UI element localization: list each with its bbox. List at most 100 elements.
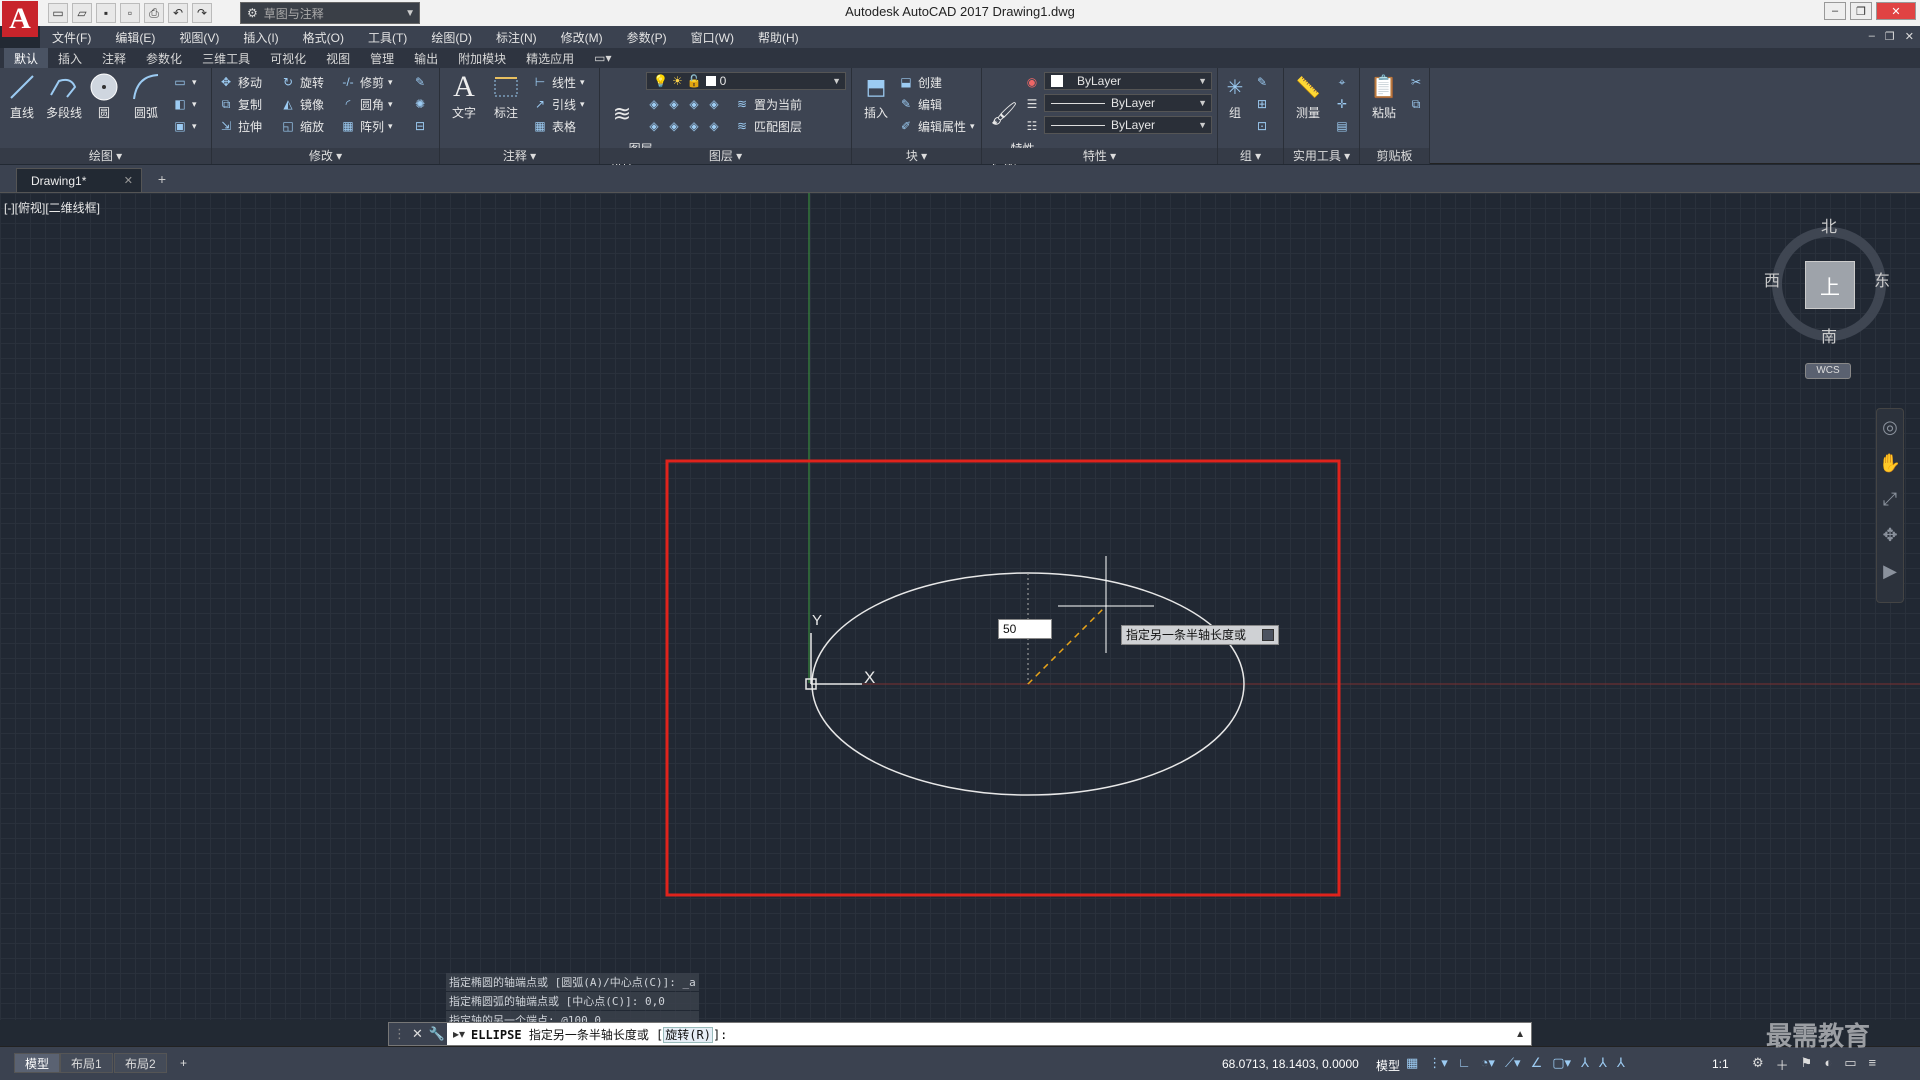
drawing-canvas[interactable]: [-][俯视][二维线框] Y X 50 指定另一条半轴长度或 北 南 东 西 …: [0, 193, 1920, 1020]
arc-tool[interactable]: 圆弧: [126, 72, 166, 121]
tab-add-ins[interactable]: 附加模块: [448, 48, 516, 69]
panel-modify-title[interactable]: 修改 ▾: [212, 148, 439, 164]
panel-groups-title[interactable]: 组 ▾: [1218, 148, 1283, 164]
tab-visualize[interactable]: 可视化: [260, 48, 316, 69]
dimension-tool[interactable]: 标注: [486, 72, 526, 121]
command-option-rotate[interactable]: 旋转(R): [663, 1026, 713, 1043]
customization-menu-icon[interactable]: ≡: [1868, 1055, 1876, 1074]
annotation-scale-select[interactable]: 1:1: [1712, 1057, 1729, 1071]
ungroup-tool[interactable]: ✎: [1254, 72, 1270, 92]
wrench-icon[interactable]: 🔧: [429, 1026, 445, 1042]
menu-tools[interactable]: 工具(T): [356, 29, 419, 46]
table-tool[interactable]: ▦ 表格: [532, 116, 576, 136]
layout-tab-layout2[interactable]: 布局2: [114, 1053, 167, 1073]
command-input[interactable]: ELLIPSE 指定另一条半轴长度或 [旋转(R)]:: [471, 1026, 727, 1043]
orbit-icon[interactable]: ✥: [1877, 517, 1903, 553]
measure-tool[interactable]: 📏 测量: [1288, 72, 1328, 121]
text-tool[interactable]: A 文字: [444, 70, 484, 121]
doc-close-button[interactable]: ✕: [1905, 30, 1914, 43]
tab-insert[interactable]: 插入: [48, 48, 92, 69]
polyline-tool[interactable]: 多段线: [42, 72, 86, 121]
close-button[interactable]: ✕: [1876, 2, 1916, 20]
id-point-tool[interactable]: ⌖: [1334, 72, 1350, 92]
object-snap-icon[interactable]: ▢▾: [1552, 1055, 1571, 1071]
stretch-tool[interactable]: ⇲ 拉伸: [218, 116, 262, 136]
insert-block-tool[interactable]: ⬒ 插入: [856, 72, 896, 121]
menu-dimension[interactable]: 标注(N): [484, 29, 549, 46]
color-select[interactable]: ByLayer ▼: [1044, 72, 1212, 90]
auto-scale-icon[interactable]: ⅄: [1599, 1055, 1607, 1071]
circle-tool[interactable]: 圆: [84, 72, 124, 121]
point-tool[interactable]: ✛: [1334, 94, 1350, 114]
mirror-tool[interactable]: ◭ 镜像: [280, 94, 324, 114]
copy-tool[interactable]: ⧉ 复制: [218, 94, 262, 114]
compass-east[interactable]: 东: [1874, 267, 1890, 291]
coordinates-readout[interactable]: 68.0713, 18.1403, 0.0000: [1222, 1057, 1359, 1071]
menu-modify[interactable]: 修改(M): [549, 29, 615, 46]
tab-manage[interactable]: 管理: [360, 48, 404, 69]
plus-icon[interactable]: ＋: [1776, 1055, 1789, 1074]
polar-icon[interactable]: ◔▾: [1481, 1055, 1495, 1071]
layout-tab-model[interactable]: 模型: [14, 1053, 61, 1073]
menu-edit[interactable]: 编辑(E): [103, 29, 167, 46]
edit-block-tool[interactable]: ✎ 编辑: [898, 94, 942, 114]
menu-insert[interactable]: 插入(I): [231, 29, 290, 46]
make-current-tool[interactable]: ≋ 置为当前: [734, 94, 802, 114]
showmotion-icon[interactable]: ▶: [1877, 553, 1903, 589]
isodraft-icon[interactable]: ⟋▾: [1505, 1055, 1521, 1071]
create-block-tool[interactable]: ⬓ 创建: [898, 72, 942, 92]
panel-clipboard-title[interactable]: 剪贴板: [1360, 148, 1429, 164]
linear-dim-tool[interactable]: ⊢ 线性 ▾: [532, 72, 585, 92]
edit-attributes-tool[interactable]: ✐ 编辑属性 ▾: [898, 116, 975, 136]
down-arrow-icon[interactable]: [1262, 629, 1274, 641]
menu-format[interactable]: 格式(O): [291, 29, 356, 46]
workspace-gear-icon[interactable]: ⚙: [1752, 1055, 1764, 1074]
panel-layers-title[interactable]: 图层 ▾: [600, 148, 851, 164]
panel-block-title[interactable]: 块 ▾: [852, 148, 981, 164]
group-edit-tool[interactable]: ⊞: [1254, 94, 1270, 114]
panel-properties-title[interactable]: 特性 ▾: [982, 148, 1217, 164]
isolate-objects-icon[interactable]: ⚑: [1801, 1055, 1813, 1074]
cut-tool[interactable]: ✂: [1408, 72, 1424, 92]
close-icon[interactable]: ✕: [124, 174, 133, 187]
offset-tool[interactable]: ⊟: [412, 116, 428, 136]
tab-default[interactable]: 默认: [4, 47, 49, 69]
doc-minimize-button[interactable]: –: [1869, 30, 1875, 43]
line-tool[interactable]: 直线: [2, 72, 42, 121]
tab-annotate[interactable]: 注释: [92, 48, 136, 69]
tab-3d-tools[interactable]: 三维工具: [192, 48, 260, 69]
fillet-tool[interactable]: ◜ 圆角 ▾: [340, 94, 393, 114]
tab-output[interactable]: 输出: [404, 48, 448, 69]
paste-tool[interactable]: 📋 粘贴: [1364, 72, 1404, 121]
app-menu-button[interactable]: A: [2, 1, 38, 37]
menu-window[interactable]: 窗口(W): [679, 29, 746, 46]
trim-tool[interactable]: -/- 修剪 ▾: [340, 72, 392, 92]
annotation-visibility-icon[interactable]: ⅄: [1581, 1055, 1589, 1071]
grid-icon[interactable]: ▦: [1406, 1055, 1418, 1071]
ortho-icon[interactable]: ∟: [1458, 1055, 1471, 1071]
panel-annotation-title[interactable]: 注释 ▾: [440, 148, 599, 164]
menu-file[interactable]: 文件(F): [40, 29, 103, 46]
menu-help[interactable]: 帮助(H): [746, 29, 811, 46]
layer-off-tool[interactable]: ◈ ◈ ◈ ◈: [646, 94, 722, 114]
new-tab-button[interactable]: +: [152, 171, 172, 189]
grip-icon[interactable]: ⋮: [393, 1026, 406, 1042]
panel-utilities-title[interactable]: 实用工具 ▾: [1284, 148, 1359, 164]
menu-draw[interactable]: 绘图(D): [419, 29, 484, 46]
leader-tool[interactable]: ↗ 引线 ▾: [532, 94, 585, 114]
menu-parametric[interactable]: 参数(P): [615, 29, 679, 46]
ribbon-options-icon[interactable]: ▭▾: [584, 49, 621, 67]
zoom-extents-icon[interactable]: ⤢: [1877, 481, 1903, 517]
hardware-acceleration-icon[interactable]: ◐: [1824, 1055, 1832, 1074]
array-tool[interactable]: ▦ 阵列 ▾: [340, 116, 392, 136]
lineweight-select[interactable]: ByLayer ▼: [1044, 116, 1212, 134]
compass-south[interactable]: 南: [1821, 323, 1837, 347]
calculator-tool[interactable]: ▤: [1334, 116, 1350, 136]
region-tool[interactable]: ▣ ▾: [172, 116, 196, 136]
tab-featured-apps[interactable]: 精选应用: [516, 48, 584, 69]
rotate-tool[interactable]: ↻ 旋转: [280, 72, 324, 92]
pan-icon[interactable]: ✋: [1877, 445, 1903, 481]
match-layer-tool[interactable]: ≋ 匹配图层: [734, 116, 802, 136]
object-snap-tracking-icon[interactable]: ∠: [1531, 1055, 1543, 1071]
doc-restore-button[interactable]: ❐: [1885, 30, 1895, 43]
